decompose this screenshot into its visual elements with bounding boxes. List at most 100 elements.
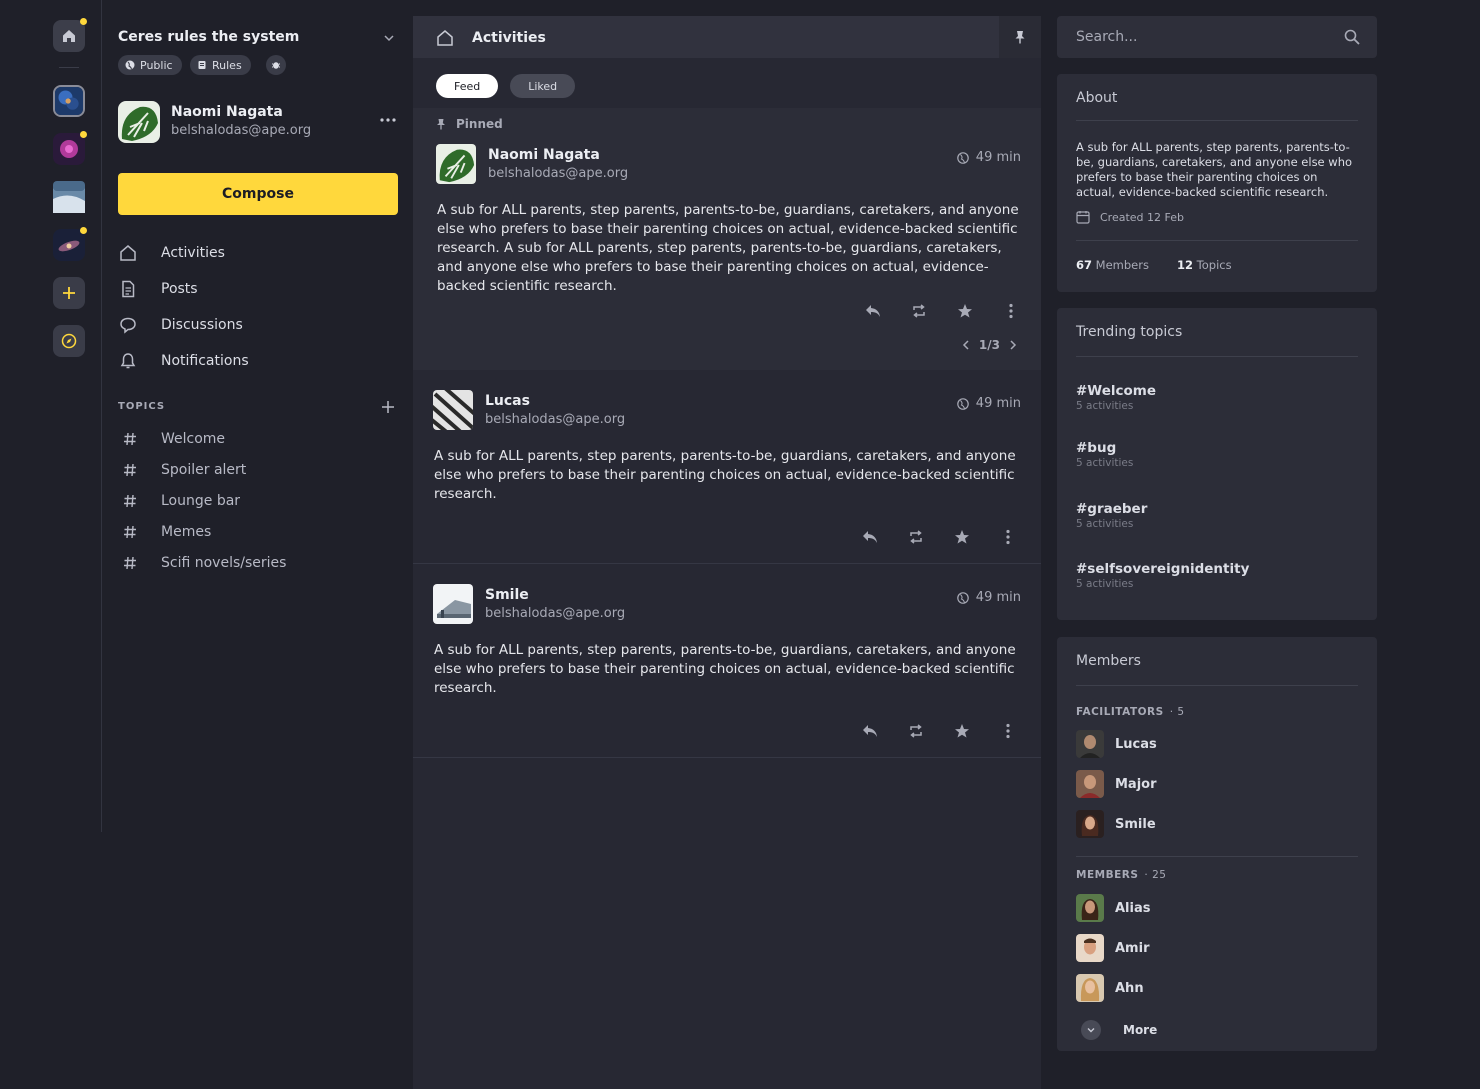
compass-icon [61, 333, 77, 349]
pin-button[interactable] [999, 16, 1041, 58]
trending-tag[interactable]: #graeber [1076, 501, 1147, 517]
post-time: 49 min [956, 590, 1021, 605]
rail-add-community-button[interactable] [53, 277, 85, 309]
boost-button[interactable] [893, 526, 939, 548]
member-row[interactable]: Amir [1076, 934, 1149, 962]
nav-item-notifications[interactable]: Notifications [118, 346, 398, 376]
post-card: Smile belshalodas@ape.org 49 min A sub f… [413, 564, 1041, 758]
reply-button[interactable] [847, 720, 893, 742]
rail-explore-button[interactable] [53, 325, 85, 357]
plus-icon[interactable] [381, 400, 395, 414]
rail-community-3[interactable] [53, 181, 85, 213]
rail-community-2[interactable] [53, 131, 87, 165]
rules-badge[interactable]: Rules [190, 55, 251, 75]
hash-icon [124, 463, 136, 477]
compose-button[interactable]: Compose [118, 173, 398, 215]
reply-button[interactable] [850, 300, 896, 322]
trending-count: 5 activities [1076, 578, 1134, 590]
profile-email: belshalodas@ape.org [171, 123, 312, 138]
monstera-leaf-icon [436, 144, 476, 184]
post-avatar[interactable] [433, 390, 473, 430]
reply-button[interactable] [847, 526, 893, 548]
public-badge[interactable]: Public [118, 55, 182, 75]
chevron-right-icon[interactable] [1009, 340, 1017, 350]
member-name: Smile [1115, 816, 1156, 832]
person-avatar-icon [1076, 934, 1104, 962]
divider [1076, 240, 1358, 241]
post-author-name[interactable]: Lucas [485, 393, 530, 409]
boost-button[interactable] [893, 720, 939, 742]
repost-icon [910, 724, 922, 738]
chevron-down-icon[interactable] [382, 31, 396, 45]
post-more-button[interactable] [988, 300, 1034, 322]
members-title: Members [1076, 653, 1141, 669]
tab-liked[interactable]: Liked [510, 74, 576, 98]
member-row[interactable]: Major [1076, 770, 1157, 798]
rail-community-1[interactable] [53, 85, 85, 117]
nav-item-posts[interactable]: Posts [118, 274, 398, 304]
globe-icon [956, 591, 969, 604]
pager-label: 1/3 [978, 338, 1000, 352]
post-author-name[interactable]: Smile [485, 587, 529, 603]
chevron-left-icon[interactable] [962, 340, 970, 350]
nav-item-label: Discussions [161, 317, 243, 333]
member-avatar [1076, 730, 1104, 758]
reply-icon [863, 725, 877, 737]
nav-item-discussions[interactable]: Discussions [118, 310, 398, 340]
post-actions [847, 720, 1031, 742]
person-avatar-icon [1076, 894, 1104, 922]
like-button[interactable] [939, 526, 985, 548]
member-row[interactable]: Alias [1076, 894, 1150, 922]
boost-button[interactable] [896, 300, 942, 322]
member-row[interactable]: Smile [1076, 810, 1156, 838]
facilitators-label: FACILITATORS [1076, 706, 1164, 718]
profile-avatar[interactable] [118, 101, 160, 143]
members-stat[interactable]: 67 Members [1076, 258, 1149, 272]
members-label: MEMBERS [1076, 869, 1139, 881]
created-date: Created 12 Feb [1076, 210, 1184, 224]
member-row[interactable]: Ahn [1076, 974, 1144, 1002]
rail-community-4[interactable] [53, 227, 87, 261]
post-more-button[interactable] [985, 526, 1031, 548]
topic-item[interactable]: Lounge bar [118, 488, 398, 514]
star-icon [958, 304, 972, 318]
post-time-label: 49 min [975, 150, 1021, 165]
topic-item[interactable]: Scifi novels/series [118, 550, 398, 576]
members-header: MEMBERS · 25 [1076, 869, 1166, 881]
topic-item[interactable]: Welcome [118, 426, 398, 452]
post-actions [847, 526, 1031, 548]
post-author-email: belshalodas@ape.org [488, 166, 629, 181]
trending-count: 5 activities [1076, 518, 1134, 530]
post-avatar[interactable] [436, 144, 476, 184]
nav-item-activities[interactable]: Activities [118, 238, 398, 268]
post-avatar[interactable] [433, 584, 473, 624]
community-avatar-icon [55, 87, 83, 115]
rail-home-button[interactable] [53, 18, 87, 52]
search-icon[interactable] [1344, 29, 1360, 45]
post-author-name[interactable]: Naomi Nagata [488, 147, 600, 163]
topic-item[interactable]: Spoiler alert [118, 457, 398, 483]
more-members-button[interactable]: More [1081, 1020, 1157, 1040]
trending-title: Trending topics [1076, 324, 1183, 340]
topics-stat[interactable]: 12 Topics [1177, 258, 1232, 272]
tab-feed[interactable]: Feed [436, 74, 499, 98]
more-options-icon[interactable] [379, 117, 397, 123]
about-title: About [1076, 90, 1118, 106]
post-time: 49 min [956, 396, 1021, 411]
bot-badge[interactable] [266, 55, 286, 75]
search-input[interactable] [1057, 16, 1337, 58]
member-row[interactable]: Lucas [1076, 730, 1157, 758]
topic-item[interactable]: Memes [118, 519, 398, 545]
trending-tag[interactable]: #bug [1076, 440, 1116, 456]
post-more-button[interactable] [985, 720, 1031, 742]
member-name: Lucas [1115, 736, 1157, 752]
like-button[interactable] [942, 300, 988, 322]
trending-tag[interactable]: #Welcome [1076, 383, 1156, 399]
like-button[interactable] [939, 720, 985, 742]
pin-icon [437, 119, 445, 130]
trending-tag[interactable]: #selfsovereignidentity [1076, 561, 1249, 577]
member-avatar [1076, 934, 1104, 962]
hash-icon [124, 556, 136, 570]
hash-icon [124, 525, 136, 539]
home-icon [63, 30, 75, 42]
